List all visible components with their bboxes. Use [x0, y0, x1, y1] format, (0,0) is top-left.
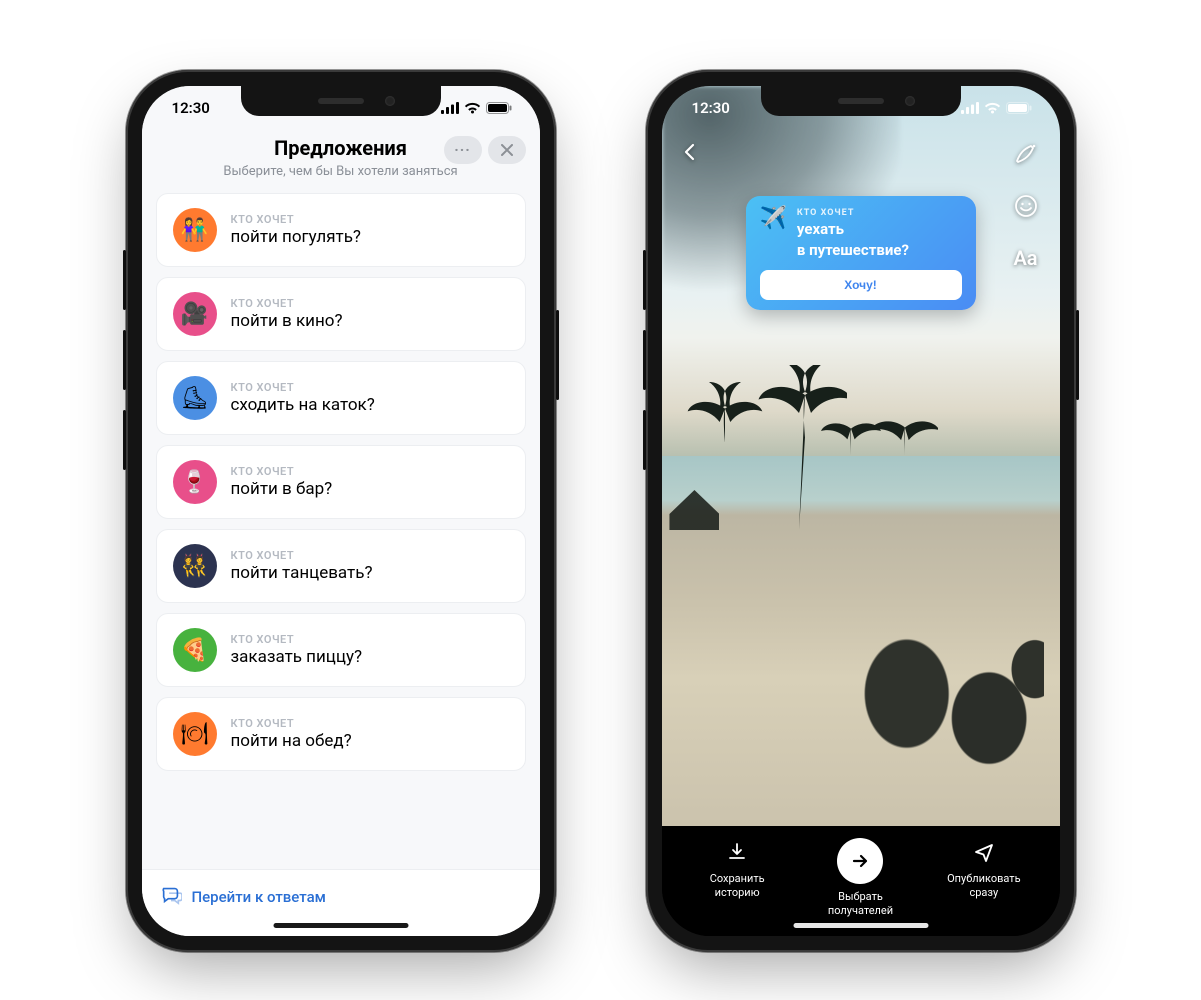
suggestion-overline: КТО ХОЧЕТ	[231, 297, 343, 310]
poll-sticker[interactable]: ✈️ КТО ХОЧЕТ уехать в путешествие? Хочу!	[746, 196, 976, 310]
story-action-bar: Сохранить историю Выбрать получателей Оп…	[662, 826, 1060, 936]
suggestion-card[interactable]: 🍽 КТО ХОЧЕТпойти на обед?	[156, 697, 526, 771]
phone-right-frame: 12:30	[646, 70, 1076, 952]
wifi-icon	[984, 102, 1001, 114]
suggestion-question: пойти на обед?	[231, 731, 352, 751]
suggestion-overline: КТО ХОЧЕТ	[231, 381, 375, 394]
battery-icon	[486, 102, 512, 114]
more-button[interactable]	[444, 136, 482, 164]
publish-now-button[interactable]: Опубликовать сразу	[922, 838, 1045, 900]
phone-left-frame: 12:30 Предложения Выберите, чем бы Вы хо…	[126, 70, 556, 952]
sticker-text-line1: уехать	[797, 220, 909, 239]
suggestion-overline: КТО ХОЧЕТ	[231, 549, 373, 562]
suggestion-emoji-icon: 🍽	[173, 712, 217, 756]
status-icons	[441, 102, 512, 114]
suggestion-card[interactable]: 👯 КТО ХОЧЕТпойти танцевать?	[156, 529, 526, 603]
answers-link[interactable]: Перейти к ответам	[192, 888, 326, 906]
status-time: 12:30	[172, 99, 210, 117]
draw-tool-icon[interactable]	[1010, 138, 1042, 170]
notch	[761, 86, 961, 116]
suggestion-question: заказать пиццу?	[231, 647, 363, 667]
suggestion-emoji-icon: 🎥	[173, 292, 217, 336]
suggestion-question: пойти погулять?	[231, 227, 361, 247]
save-story-button[interactable]: Сохранить историю	[676, 838, 799, 900]
sticker-text-line2: в путешествие?	[797, 241, 909, 260]
suggestion-overline: КТО ХОЧЕТ	[231, 465, 333, 478]
phone-left-screen: 12:30 Предложения Выберите, чем бы Вы хо…	[142, 86, 540, 936]
close-button[interactable]	[488, 136, 526, 164]
phone-right-screen: 12:30	[662, 86, 1060, 936]
suggestion-emoji-icon: 👯	[173, 544, 217, 588]
suggestion-question: сходить на каток?	[231, 395, 375, 415]
modal-title: Предложения	[274, 136, 407, 160]
status-icons	[961, 102, 1032, 114]
send-icon	[970, 838, 998, 866]
suggestion-overline: КТО ХОЧЕТ	[231, 633, 363, 646]
suggestion-list[interactable]: 👫КТО ХОЧЕТпойти погулять?🎥КТО ХОЧЕТпойти…	[142, 189, 540, 869]
airplane-icon: ✈️	[760, 208, 787, 230]
back-button[interactable]	[680, 142, 700, 166]
suggestion-card[interactable]: ⛸ КТО ХОЧЕТсходить на каток?	[156, 361, 526, 435]
suggestion-card[interactable]: 🍕 КТО ХОЧЕТзаказать пиццу?	[156, 613, 526, 687]
suggestion-emoji-icon: 👫	[173, 208, 217, 252]
suggestion-emoji-icon: 🍕	[173, 628, 217, 672]
suggestion-emoji-icon: 🍷	[173, 460, 217, 504]
text-tool-icon[interactable]: Aa	[1010, 242, 1042, 274]
battery-icon	[1006, 102, 1032, 114]
story-tool-rail: Aa	[1010, 138, 1042, 274]
story-canvas[interactable]: Aa ✈️ КТО ХОЧЕТ уехать в путешествие? Хо…	[662, 86, 1060, 826]
cellular-icon	[441, 102, 459, 114]
chat-icon	[160, 884, 182, 910]
modal-subtitle: Выберите, чем бы Вы хотели заняться	[223, 164, 457, 179]
sticker-cta-button[interactable]: Хочу!	[760, 270, 962, 300]
suggestion-question: пойти в кино?	[231, 311, 343, 331]
select-recipients-label: Выбрать получателей	[828, 890, 893, 918]
suggestion-overline: КТО ХОЧЕТ	[231, 213, 361, 226]
sticker-tool-icon[interactable]	[1010, 190, 1042, 222]
publish-now-label: Опубликовать сразу	[947, 872, 1020, 900]
home-indicator	[793, 923, 928, 928]
suggestion-question: пойти танцевать?	[231, 563, 373, 583]
arrow-right-icon	[837, 838, 883, 884]
download-icon	[723, 838, 751, 866]
sticker-label: КТО ХОЧЕТ	[797, 208, 909, 218]
save-story-label: Сохранить историю	[710, 872, 765, 900]
suggestion-card[interactable]: 🎥 КТО ХОЧЕТпойти в кино?	[156, 277, 526, 351]
status-time: 12:30	[692, 99, 730, 117]
select-recipients-button[interactable]: Выбрать получателей	[799, 838, 922, 918]
suggestion-question: пойти в бар?	[231, 479, 333, 499]
suggestion-card[interactable]: 🍷 КТО ХОЧЕТпойти в бар?	[156, 445, 526, 519]
suggestion-card[interactable]: 👫 КТО ХОЧЕТпойти погулять?	[156, 193, 526, 267]
decoration	[868, 402, 938, 523]
home-indicator	[273, 923, 408, 928]
suggestion-emoji-icon: ⛸	[173, 376, 217, 420]
suggestion-overline: КТО ХОЧЕТ	[231, 717, 352, 730]
decoration	[685, 382, 765, 515]
wifi-icon	[464, 102, 481, 114]
cellular-icon	[961, 102, 979, 114]
notch	[241, 86, 441, 116]
